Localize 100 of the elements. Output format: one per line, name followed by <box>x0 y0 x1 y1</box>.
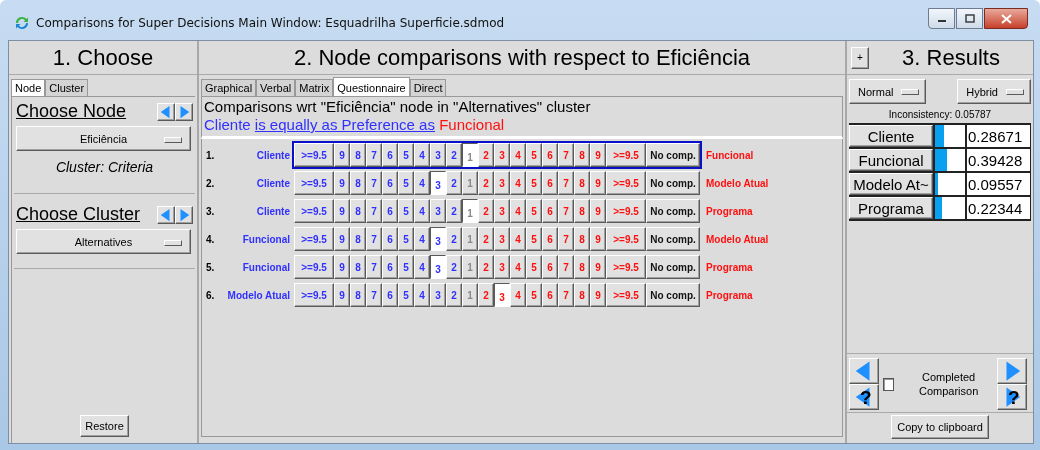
scale-button[interactable]: 8 <box>350 199 366 223</box>
scale-button[interactable]: >=9.5 <box>606 227 646 251</box>
scale-button[interactable]: 4 <box>414 143 430 167</box>
scale-button[interactable]: 8 <box>350 143 366 167</box>
scale-button[interactable]: 7 <box>366 199 382 223</box>
scale-button[interactable]: >=9.5 <box>606 199 646 223</box>
scale-button[interactable]: 7 <box>366 227 382 251</box>
scale-button[interactable]: 4 <box>414 255 430 279</box>
no-comparison-button[interactable]: No comp. <box>646 199 700 223</box>
scale-button[interactable]: 2 <box>478 227 494 251</box>
no-comparison-button[interactable]: No comp. <box>646 283 700 307</box>
scale-button[interactable]: >=9.5 <box>606 255 646 279</box>
scale-button[interactable]: 4 <box>510 143 526 167</box>
scale-button[interactable]: 7 <box>366 143 382 167</box>
scale-button[interactable]: 4 <box>414 283 430 307</box>
scale-button[interactable]: 6 <box>542 255 558 279</box>
scale-button[interactable]: 7 <box>558 199 574 223</box>
previous-button[interactable] <box>157 102 175 121</box>
scale-button[interactable]: 1 <box>462 255 478 279</box>
scale-button[interactable]: >=9.5 <box>294 143 334 167</box>
scale-button[interactable]: 3 <box>430 227 446 251</box>
scale-button[interactable]: 7 <box>558 143 574 167</box>
scale-button[interactable]: 3 <box>430 171 446 195</box>
tab[interactable]: Matrix <box>295 79 334 96</box>
scale-button[interactable]: 9 <box>590 227 606 251</box>
cluster-dropdown[interactable]: Alternatives <box>16 229 191 254</box>
scale-button[interactable]: 3 <box>430 255 446 279</box>
scale-button[interactable]: 5 <box>398 143 414 167</box>
scale-button[interactable]: 7 <box>558 227 574 251</box>
scale-button[interactable]: 9 <box>590 283 606 307</box>
node-dropdown[interactable]: Eficiência <box>16 126 191 151</box>
scale-button[interactable]: 2 <box>478 143 494 167</box>
no-comparison-button[interactable]: No comp. <box>646 255 700 279</box>
scale-button[interactable]: 3 <box>494 283 510 307</box>
scale-button[interactable]: 6 <box>542 199 558 223</box>
scale-button[interactable]: 7 <box>558 283 574 307</box>
scale-button[interactable]: >=9.5 <box>606 171 646 195</box>
scale-button[interactable]: 8 <box>574 143 590 167</box>
scale-button[interactable]: 3 <box>494 255 510 279</box>
copy-button[interactable]: Copy to clipboard <box>891 415 989 439</box>
previous-button[interactable] <box>157 205 175 224</box>
tab[interactable]: Graphical <box>201 79 257 96</box>
scale-button[interactable]: 3 <box>494 227 510 251</box>
scale-button[interactable]: 8 <box>574 255 590 279</box>
scale-button[interactable]: 9 <box>334 143 350 167</box>
scale-button[interactable]: 6 <box>382 283 398 307</box>
scale-button[interactable]: >=9.5 <box>294 255 334 279</box>
scale-button[interactable]: 5 <box>526 199 542 223</box>
scale-button[interactable]: 9 <box>590 255 606 279</box>
scale-button[interactable]: 2 <box>478 283 494 307</box>
scale-button[interactable]: 6 <box>542 227 558 251</box>
scale-button[interactable]: 7 <box>366 283 382 307</box>
scale-button[interactable]: 6 <box>382 171 398 195</box>
scale-button[interactable]: 4 <box>510 227 526 251</box>
scale-button[interactable]: 4 <box>510 283 526 307</box>
scale-button[interactable]: 9 <box>334 171 350 195</box>
scale-button[interactable]: 6 <box>542 171 558 195</box>
scale-button[interactable]: 4 <box>510 255 526 279</box>
scale-button[interactable]: 5 <box>398 199 414 223</box>
scale-button[interactable]: 8 <box>350 283 366 307</box>
scale-button[interactable]: 5 <box>398 171 414 195</box>
scale-button[interactable]: 2 <box>446 171 462 195</box>
scale-button[interactable]: 4 <box>414 199 430 223</box>
scale-button[interactable]: 8 <box>574 171 590 195</box>
scale-button[interactable]: 1 <box>462 199 478 223</box>
scale-button[interactable]: 3 <box>494 171 510 195</box>
scale-button[interactable]: 4 <box>414 171 430 195</box>
scale-button[interactable]: 2 <box>446 255 462 279</box>
mode-dropdown[interactable]: Hybrid <box>957 79 1031 104</box>
scale-button[interactable]: 9 <box>334 199 350 223</box>
scale-button[interactable]: >=9.5 <box>294 227 334 251</box>
maximize-button[interactable] <box>956 8 983 29</box>
scale-button[interactable]: >=9.5 <box>606 143 646 167</box>
next-button[interactable] <box>175 102 193 121</box>
scale-button[interactable]: 9 <box>334 283 350 307</box>
scale-button[interactable]: 9 <box>334 227 350 251</box>
mode-dropdown[interactable]: Normal <box>849 79 927 104</box>
scale-button[interactable]: 2 <box>446 227 462 251</box>
scale-button[interactable]: 2 <box>446 199 462 223</box>
scale-button[interactable]: 6 <box>382 199 398 223</box>
scale-button[interactable]: 4 <box>414 227 430 251</box>
scale-button[interactable]: 8 <box>574 199 590 223</box>
next-button[interactable] <box>997 358 1027 384</box>
minimize-button[interactable] <box>928 8 955 29</box>
scale-button[interactable]: 2 <box>446 283 462 307</box>
scale-button[interactable]: 3 <box>430 143 446 167</box>
scale-button[interactable]: >=9.5 <box>606 283 646 307</box>
scale-button[interactable]: 2 <box>478 255 494 279</box>
scale-button[interactable]: 2 <box>446 143 462 167</box>
completed-checkbox[interactable] <box>883 377 895 391</box>
previous-button[interactable] <box>849 358 879 384</box>
scale-button[interactable]: 7 <box>558 171 574 195</box>
tab[interactable]: Questionnaire <box>333 77 410 96</box>
scale-button[interactable]: 9 <box>334 255 350 279</box>
tab[interactable]: Verbal <box>256 79 296 96</box>
scale-button[interactable]: 6 <box>542 283 558 307</box>
scale-button[interactable]: 5 <box>398 227 414 251</box>
scale-button[interactable]: 7 <box>366 255 382 279</box>
tab[interactable]: Node <box>11 79 46 96</box>
scale-button[interactable]: 5 <box>526 171 542 195</box>
